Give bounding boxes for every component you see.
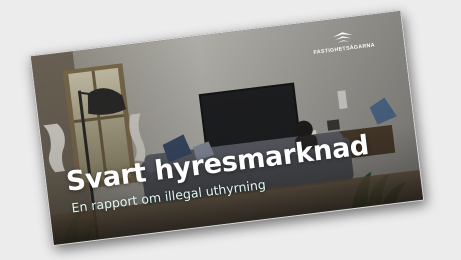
screenshot-stage: FASTIGHETSÄGARNA Svart hyresmarknad En r… — [0, 0, 461, 260]
brand-mark-icon — [332, 32, 353, 43]
